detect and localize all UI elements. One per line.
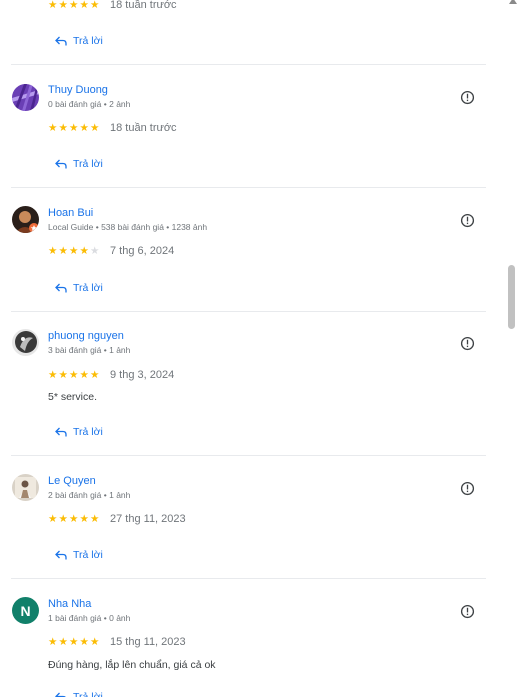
report-icon[interactable]	[460, 336, 475, 351]
divider	[11, 311, 486, 312]
reply-label: Trả lời	[73, 549, 103, 561]
report-icon[interactable]	[460, 213, 475, 228]
star-icon: ★	[90, 513, 100, 525]
reply-icon	[55, 427, 67, 437]
avatar-image	[12, 206, 39, 233]
avatar[interactable]	[12, 206, 39, 233]
star-icon: ★	[58, 636, 68, 648]
reviewer-meta: 2 bài đánh giá • 1 ảnh	[48, 490, 131, 500]
star-rating: ★ ★ ★ ★ ★	[48, 122, 101, 134]
avatar[interactable]	[12, 329, 39, 356]
star-rating: ★ ★ ★ ★ ★	[48, 369, 101, 381]
review-text: 5* service.	[48, 391, 98, 403]
star-icon: ★	[48, 513, 58, 525]
reviewer-name[interactable]: Thuy Duong	[48, 84, 108, 96]
star-icon: ★	[69, 513, 79, 525]
reply-label: Trả lời	[73, 35, 103, 47]
star-icon: ★	[48, 0, 58, 11]
star-icon: ★	[79, 0, 89, 11]
star-icon: ★	[79, 245, 89, 257]
star-icon: ★	[69, 122, 79, 134]
reply-button[interactable]: Trả lời	[55, 157, 103, 171]
report-icon[interactable]	[460, 90, 475, 105]
star-icon: ★	[69, 369, 79, 381]
star-icon: ★	[48, 369, 58, 381]
avatar-letter: N	[20, 602, 31, 619]
star-icon: ★	[69, 245, 79, 257]
star-icon: ★	[90, 369, 100, 381]
review-text: Đúng hàng, lắp lên chuẩn, giá cả ok	[48, 659, 216, 671]
reply-button[interactable]: Trả lời	[55, 548, 103, 562]
reply-button[interactable]: Trả lời	[55, 690, 103, 697]
star-icon: ★	[58, 0, 68, 11]
avatar-image	[12, 84, 39, 111]
review-date: 18 tuần trước	[110, 0, 177, 11]
star-icon: ★	[48, 245, 58, 257]
star-rating: ★ ★ ★ ★ ★	[48, 245, 101, 257]
reviewer-meta: 1 bài đánh giá • 0 ảnh	[48, 613, 131, 623]
star-icon: ★	[90, 245, 100, 257]
star-icon: ★	[79, 636, 89, 648]
reply-label: Trả lời	[73, 426, 103, 438]
avatar[interactable]	[12, 474, 39, 501]
reviewer-name[interactable]: phuong nguyen	[48, 330, 124, 342]
reviewer-meta: 3 bài đánh giá • 1 ảnh	[48, 345, 131, 355]
reply-label: Trả lời	[73, 158, 103, 170]
divider	[11, 455, 486, 456]
review-date: 27 thg 11, 2023	[110, 513, 186, 525]
avatar-image	[12, 329, 39, 356]
reply-label: Trả lời	[73, 282, 103, 294]
avatar-image	[12, 474, 39, 501]
reply-icon	[55, 283, 67, 293]
avatar[interactable]	[12, 84, 39, 111]
review-date: 18 tuần trước	[110, 122, 177, 134]
reply-icon	[55, 159, 67, 169]
star-icon: ★	[58, 369, 68, 381]
scrollbar-track[interactable]	[505, 0, 517, 697]
reviewer-name[interactable]: Nha Nha	[48, 598, 91, 610]
star-icon: ★	[69, 0, 79, 11]
report-icon[interactable]	[460, 604, 475, 619]
reply-button[interactable]: Trả lời	[55, 281, 103, 295]
reviewer-meta: 0 bài đánh giá • 2 ảnh	[48, 99, 131, 109]
star-icon: ★	[58, 245, 68, 257]
review-date: 9 thg 3, 2024	[110, 369, 175, 381]
reply-label: Trả lời	[73, 691, 103, 697]
reviewer-name[interactable]: Le Quyen	[48, 475, 96, 487]
avatar[interactable]: N	[12, 597, 39, 624]
star-rating: ★ ★ ★ ★ ★	[48, 513, 101, 525]
reviews-feed: ★ ★ ★ ★ ★ 18 tuần trước Trả lời Thuy Duo…	[0, 0, 505, 697]
star-icon: ★	[48, 122, 58, 134]
star-icon: ★	[79, 122, 89, 134]
reply-icon	[55, 550, 67, 560]
star-icon: ★	[79, 369, 89, 381]
review-date: 15 thg 11, 2023	[110, 636, 186, 648]
star-icon: ★	[90, 0, 100, 11]
divider	[11, 64, 486, 65]
scrollbar-thumb[interactable]	[508, 265, 515, 329]
star-icon: ★	[90, 636, 100, 648]
star-icon: ★	[58, 513, 68, 525]
star-icon: ★	[79, 513, 89, 525]
reviewer-name[interactable]: Hoan Bui	[48, 207, 93, 219]
review-date: 7 thg 6, 2024	[110, 245, 175, 257]
report-icon[interactable]	[460, 481, 475, 496]
star-rating: ★ ★ ★ ★ ★	[48, 0, 101, 10]
reply-icon	[55, 692, 66, 697]
divider	[11, 187, 486, 188]
star-icon: ★	[69, 636, 79, 648]
reply-button[interactable]: Trả lời	[55, 425, 103, 439]
divider	[11, 578, 486, 579]
reviewer-meta: Local Guide • 538 bài đánh giá • 1238 ản…	[48, 222, 208, 232]
star-rating: ★ ★ ★ ★ ★	[48, 636, 101, 648]
star-icon: ★	[48, 636, 58, 648]
reply-icon	[55, 36, 67, 46]
scroll-up-arrow-icon[interactable]	[509, 0, 517, 4]
star-icon: ★	[58, 122, 68, 134]
reply-button[interactable]: Trả lời	[55, 34, 103, 48]
star-icon: ★	[90, 122, 100, 134]
